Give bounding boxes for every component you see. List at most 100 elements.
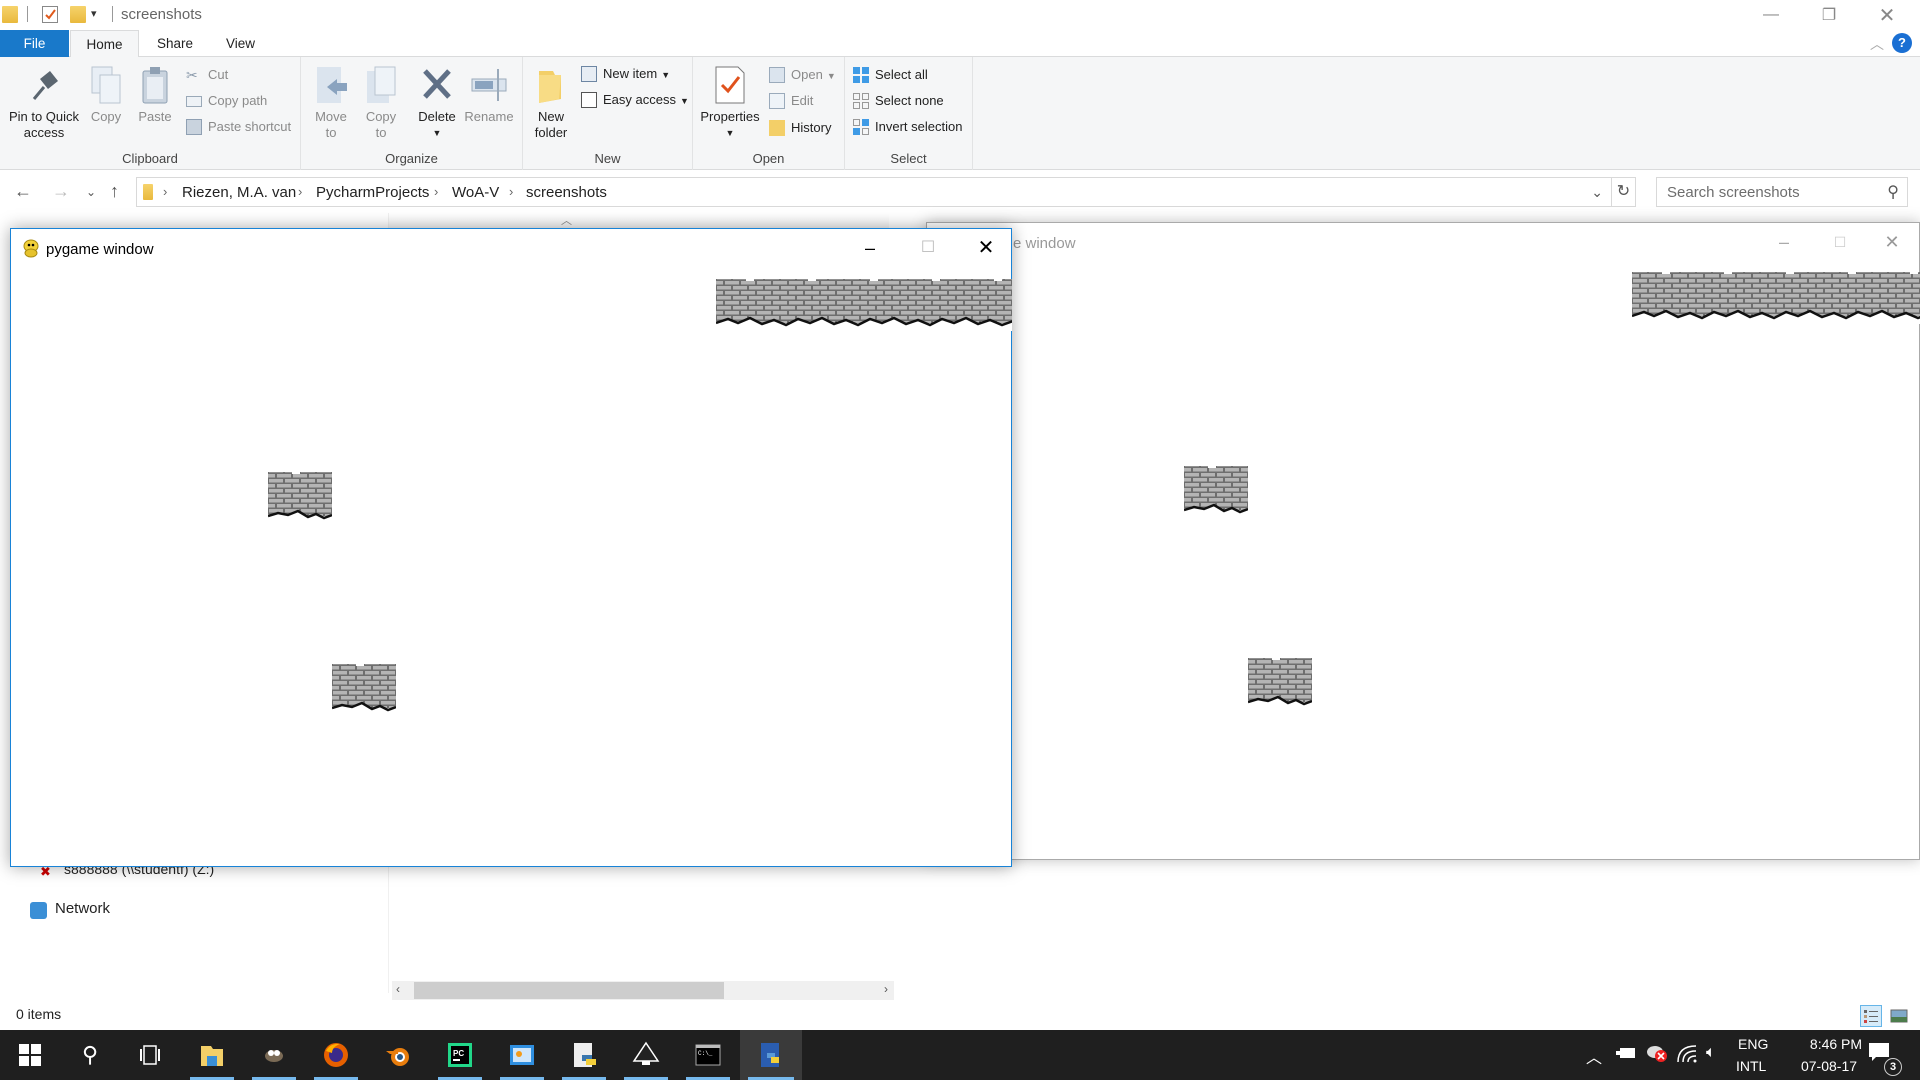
copy-icon — [88, 65, 124, 105]
paste-button[interactable]: Paste — [134, 65, 176, 125]
breadcrumb-item[interactable]: PycharmProjects — [316, 184, 429, 201]
collapse-ribbon-icon[interactable]: ︿ — [1870, 34, 1884, 54]
maximize-button[interactable]: ☐ — [905, 233, 951, 263]
explorer-title-bar: ▾ screenshots — ❐ ✕ — [0, 0, 1920, 30]
large-icons-view-button[interactable] — [1888, 1005, 1910, 1027]
action-center-button[interactable]: 3 — [1868, 1042, 1902, 1076]
horizontal-scrollbar[interactable]: ‹ › — [392, 981, 894, 1000]
keyboard-layout-indicator[interactable]: INTL — [1736, 1058, 1766, 1074]
delete-button[interactable]: Delete ▼ — [415, 65, 459, 141]
breadcrumb-item[interactable]: Riezen, M.A. van — [182, 184, 296, 201]
tab-file[interactable]: File — [0, 30, 69, 58]
select-all-icon — [853, 67, 869, 83]
task-view-button[interactable] — [120, 1030, 180, 1080]
scroll-right-button[interactable]: › — [884, 982, 888, 996]
breadcrumb-item[interactable]: WoA-V — [452, 184, 499, 201]
status-item-count: 0 items — [16, 1006, 62, 1022]
delete-dropdown-caret[interactable]: ▼ — [415, 125, 459, 141]
close-button[interactable]: ✕ — [963, 233, 1009, 263]
copy-to-button[interactable]: Copy to — [359, 65, 403, 141]
properties-button[interactable]: Properties ▼ — [697, 65, 763, 141]
refresh-button[interactable]: ↻ — [1612, 177, 1636, 207]
breadcrumb-item[interactable]: screenshots — [526, 184, 607, 201]
up-button[interactable]: ↑ — [110, 181, 119, 202]
taskbar-blender[interactable] — [368, 1030, 428, 1080]
minimize-button[interactable]: – — [1761, 227, 1807, 257]
properties-quick-access-icon[interactable] — [42, 6, 58, 23]
maximize-button[interactable]: ☐ — [1817, 227, 1863, 257]
battery-icon[interactable] — [1616, 1046, 1636, 1063]
copy-button[interactable]: Copy — [86, 65, 126, 125]
pygame-window-inactive[interactable]: e window – ☐ ✕ — [926, 222, 1920, 860]
history-button[interactable]: History — [769, 117, 831, 139]
copy-path-button[interactable]: Copy path — [186, 90, 267, 112]
taskbar-gimp[interactable] — [244, 1030, 304, 1080]
new-item-button[interactable]: New item ▼ — [581, 63, 670, 85]
details-view-button[interactable] — [1860, 1005, 1882, 1027]
close-button[interactable]: ✕ — [1858, 0, 1916, 30]
edit-button[interactable]: Edit — [769, 90, 813, 112]
copy-path-icon — [186, 96, 202, 107]
network-icon — [30, 902, 47, 919]
taskbar-file-explorer[interactable] — [182, 1030, 242, 1080]
scroll-thumb[interactable] — [414, 982, 724, 999]
taskbar-command-prompt[interactable]: C:\_ — [678, 1030, 738, 1080]
wifi-icon[interactable] — [1676, 1042, 1698, 1067]
taskbar-python[interactable] — [740, 1030, 802, 1080]
properties-icon — [712, 65, 748, 105]
search-input[interactable]: Search screenshots ⚲ — [1656, 177, 1908, 207]
cut-button[interactable]: ✂ Cut — [186, 64, 228, 86]
invert-selection-icon — [853, 119, 869, 135]
onedrive-error-icon[interactable] — [1646, 1042, 1668, 1067]
taskbar-python-file[interactable] — [554, 1030, 614, 1080]
window-title: e window — [1013, 235, 1076, 252]
customize-quick-access-icon[interactable]: ▾ — [91, 7, 97, 20]
tab-home[interactable]: Home — [70, 30, 139, 58]
restore-button[interactable]: ❐ — [1800, 0, 1858, 30]
tab-share[interactable]: Share — [140, 30, 210, 58]
help-button[interactable]: ? — [1892, 33, 1912, 53]
open-button[interactable]: Open ▼ — [769, 64, 836, 86]
move-to-button[interactable]: Move to — [309, 65, 353, 141]
forward-button[interactable]: → — [52, 181, 70, 202]
pin-to-quick-access-button[interactable]: Pin to Quick access — [4, 65, 84, 141]
select-none-button[interactable]: Select none — [853, 90, 944, 112]
show-hidden-icons-button[interactable]: ︿ — [1586, 1044, 1602, 1068]
address-bar[interactable]: › Riezen, M.A. van › PycharmProjects › W… — [136, 177, 1612, 207]
address-dropdown-icon[interactable]: ⌄ — [1591, 184, 1603, 201]
close-button[interactable]: ✕ — [1869, 227, 1915, 257]
minimize-button[interactable]: – — [847, 233, 893, 263]
taskbar-control-panel[interactable] — [492, 1030, 552, 1080]
invert-selection-button[interactable]: Invert selection — [853, 116, 962, 138]
select-all-button[interactable]: Select all — [853, 64, 928, 86]
easy-access-button[interactable]: Easy access ▼ — [581, 89, 689, 111]
recent-locations-button[interactable]: ⌄ — [86, 185, 96, 199]
language-indicator[interactable]: ENG — [1738, 1036, 1768, 1052]
clock-time[interactable]: 8:46 PM — [1798, 1036, 1874, 1052]
tab-view[interactable]: View — [209, 30, 272, 58]
back-button[interactable]: ← — [14, 181, 32, 202]
select-group: Select all Select none Invert selection … — [845, 57, 973, 170]
taskbar-firefox[interactable] — [306, 1030, 366, 1080]
start-button[interactable] — [0, 1030, 60, 1080]
new-folder-quick-access-icon[interactable] — [70, 6, 86, 23]
taskbar-inkscape[interactable] — [616, 1030, 676, 1080]
volume-icon[interactable]: 🔈︎ — [1706, 1044, 1716, 1062]
taskbar-pycharm[interactable]: PC — [430, 1030, 490, 1080]
properties-dropdown-caret[interactable]: ▼ — [697, 125, 763, 141]
minimize-button[interactable]: — — [1742, 0, 1800, 30]
window-title: pygame window — [46, 241, 154, 258]
search-button[interactable]: ⚲ — [60, 1030, 120, 1080]
pygame-window[interactable]: pygame window – ☐ ✕ — [10, 228, 1012, 867]
search-icon: ⚲ — [81, 1042, 99, 1067]
scroll-left-button[interactable]: ‹ — [396, 982, 400, 996]
nav-item-network[interactable]: Network — [55, 900, 110, 917]
rename-button[interactable]: Rename — [463, 65, 515, 125]
paste-shortcut-button[interactable]: Paste shortcut — [186, 116, 291, 138]
group-label: Clipboard — [122, 151, 178, 166]
clock-date[interactable]: 07-08-17 — [1784, 1058, 1874, 1074]
divider — [112, 6, 113, 22]
new-item-icon — [581, 66, 597, 82]
folder-icon — [143, 184, 153, 200]
new-folder-button[interactable]: New folder — [529, 65, 573, 141]
